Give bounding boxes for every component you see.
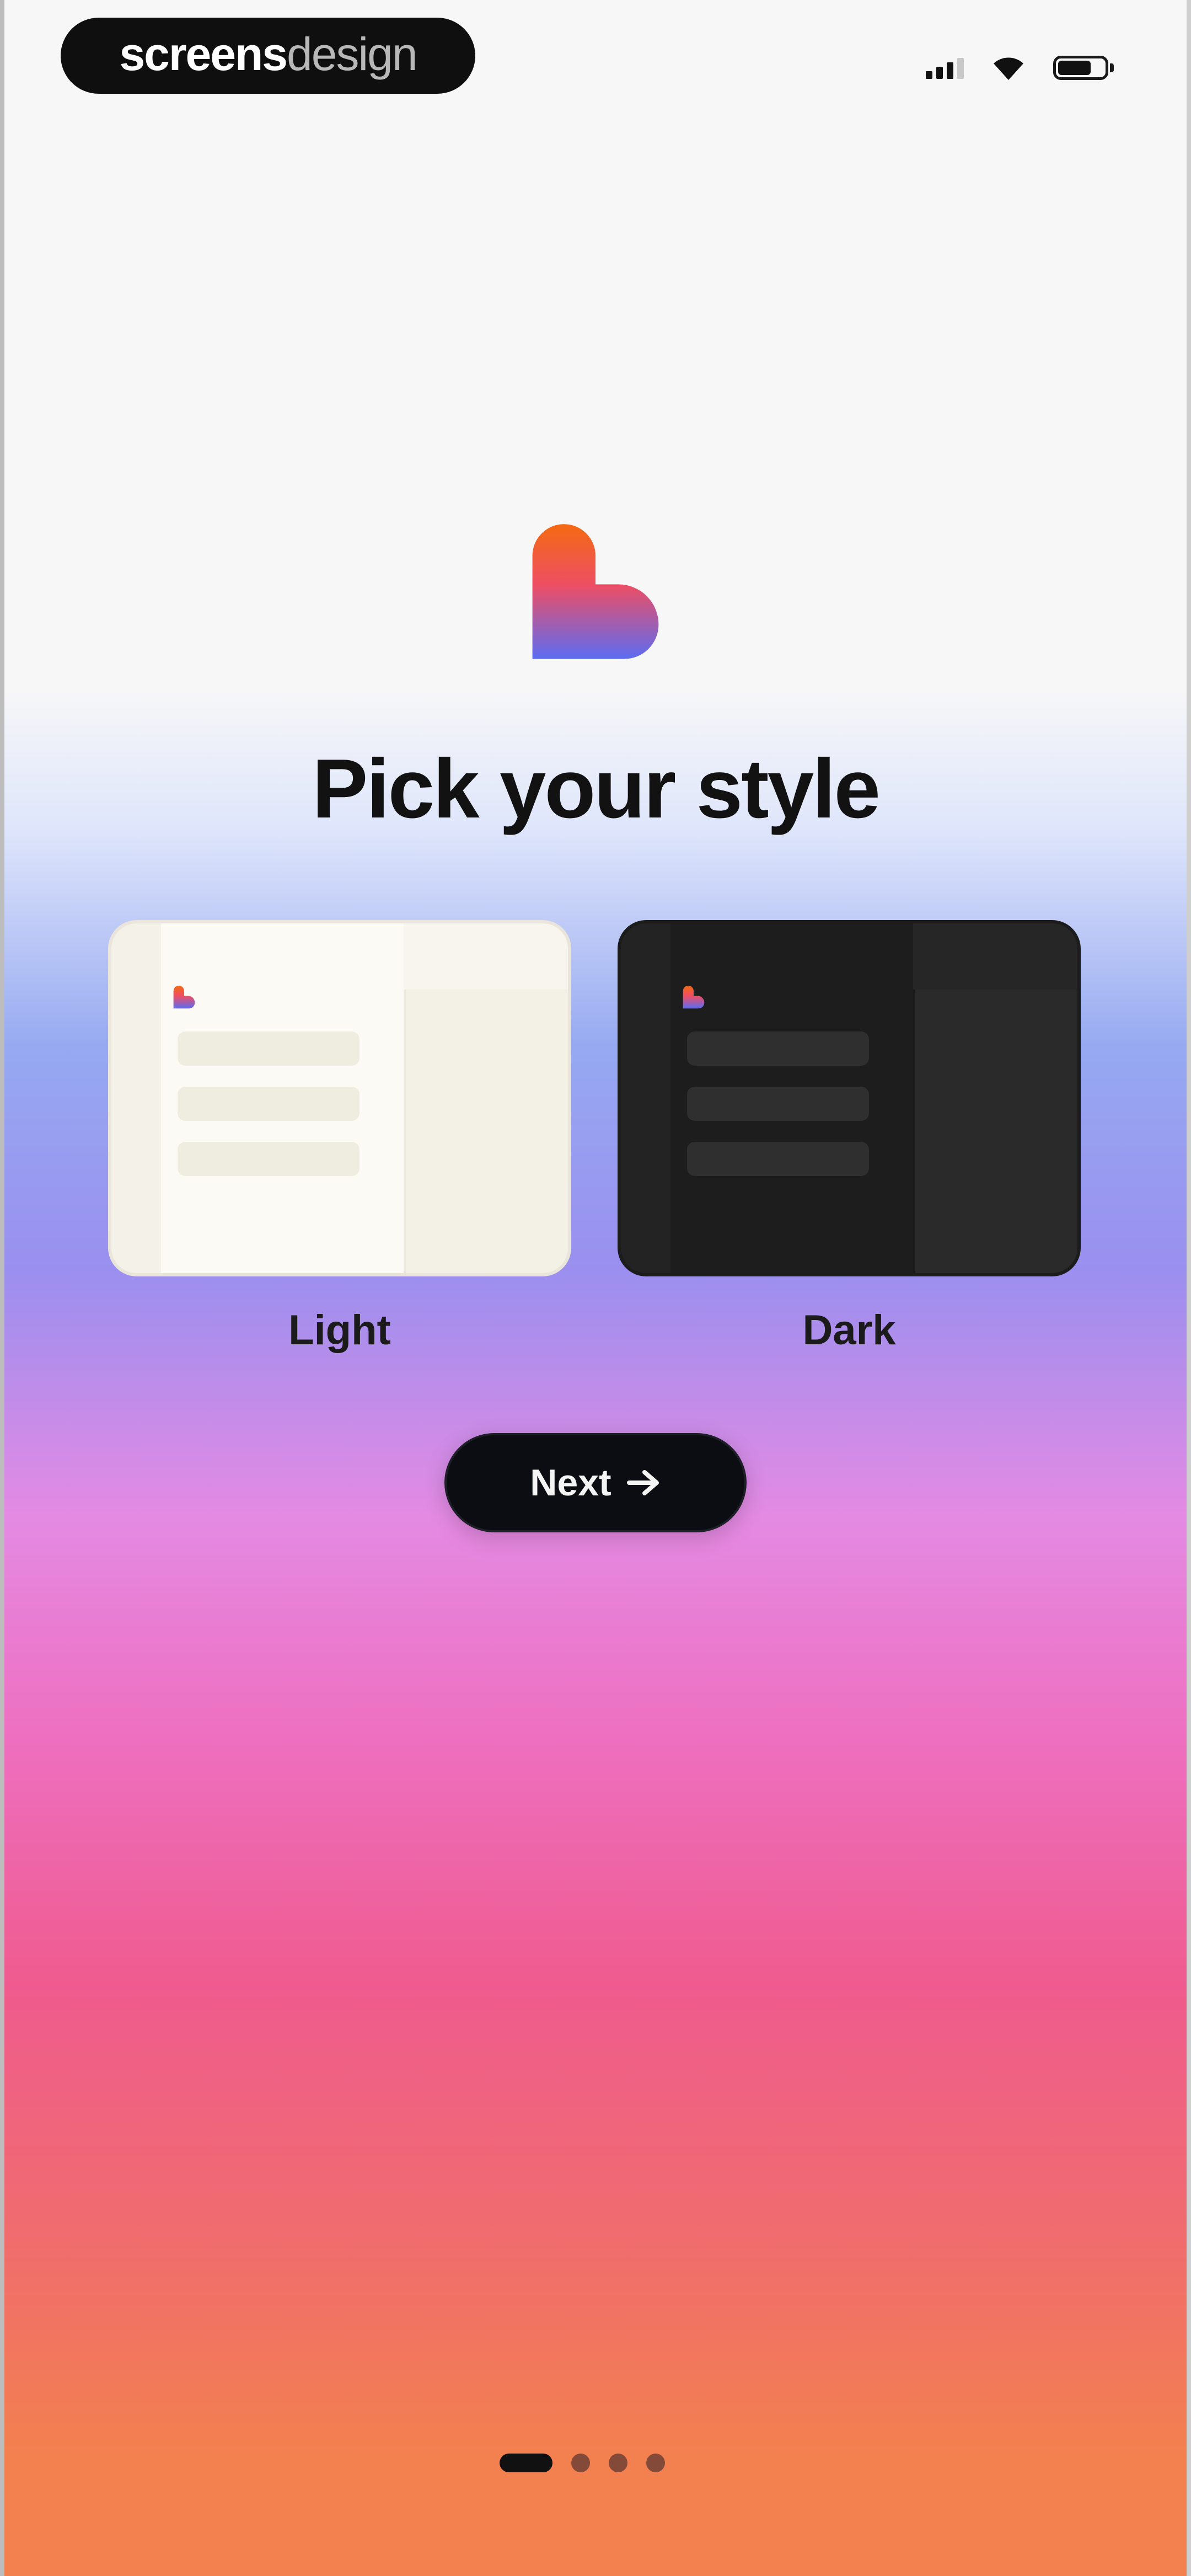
pagination-dots [500, 2454, 665, 2472]
light-theme-card[interactable] [108, 920, 571, 1276]
onboarding-screen: screens design Pick your style Light Dar… [0, 0, 1191, 2576]
arrow-right-icon [626, 1470, 659, 1495]
wifi-icon [994, 57, 1023, 80]
battery-icon [1053, 56, 1114, 80]
page-dot-1[interactable] [500, 2454, 552, 2472]
dark-theme-card[interactable] [618, 920, 1081, 1276]
page-title: Pick your style [312, 742, 881, 836]
page-dot-2[interactable] [571, 2454, 590, 2472]
mini-logo-icon [173, 985, 195, 1009]
watermark-text-bold: screens [119, 28, 288, 80]
page-dot-3[interactable] [609, 2454, 627, 2472]
screensdesign-watermark: screens design [61, 18, 475, 94]
dark-theme-label: Dark [802, 1307, 896, 1354]
signal-icon [926, 57, 964, 79]
page-dot-4[interactable] [646, 2454, 665, 2472]
status-bar [926, 49, 1114, 87]
next-button-label: Next [530, 1462, 611, 1504]
next-button[interactable]: Next [444, 1433, 747, 1532]
light-theme-label: Light [288, 1307, 391, 1354]
heart-logo-icon [532, 524, 659, 659]
watermark-text-light: design [287, 28, 418, 80]
mini-logo-icon [683, 985, 705, 1009]
